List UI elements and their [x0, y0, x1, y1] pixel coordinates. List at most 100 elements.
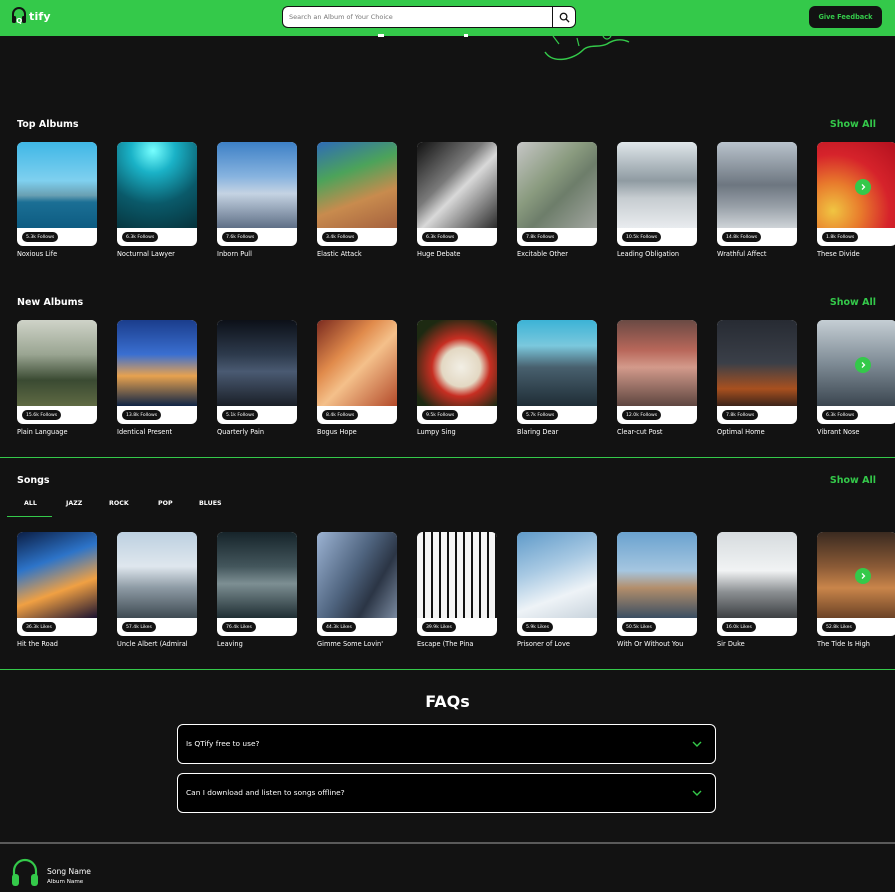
- song-card[interactable]: 57.4k Likes Uncle Albert (Admiral: [117, 532, 197, 648]
- card-box: 8.4k Follows: [317, 320, 397, 424]
- cover-image: [217, 532, 297, 618]
- album-card[interactable]: 7.8k Follows Excitable Other: [517, 142, 597, 258]
- count-badge: 1.8k Follows: [822, 232, 859, 242]
- album-card[interactable]: 5.1k Follows Quarterly Pain: [217, 320, 297, 436]
- song-card[interactable]: 50.5k Likes With Or Without You: [617, 532, 697, 648]
- new-albums-show-all[interactable]: Show All: [830, 297, 876, 308]
- album-card[interactable]: 5.3k Follows Noxious Life: [17, 142, 97, 258]
- album-card[interactable]: 13.8k Follows Identical Present: [117, 320, 197, 436]
- album-card[interactable]: 14.8k Follows Wrathful Affect: [717, 142, 797, 258]
- song-card[interactable]: 52.8k Likes The Tide Is High: [817, 532, 895, 648]
- album-card[interactable]: 15.6k Follows Plain Language: [17, 320, 97, 436]
- tab-all[interactable]: ALL: [24, 500, 37, 507]
- cover-image: [117, 142, 197, 228]
- cover-image: [517, 142, 597, 228]
- music-player: Song Name Album Name: [0, 844, 895, 892]
- tab-rock[interactable]: ROCK: [109, 500, 129, 507]
- count-badge: 5.3k Follows: [22, 232, 59, 242]
- faq-item[interactable]: Can I download and listen to songs offli…: [177, 773, 716, 813]
- faq-question: Is QTify free to use?: [186, 739, 260, 748]
- count-badge: 3.4k Follows: [322, 232, 359, 242]
- card-title: Noxious Life: [17, 250, 58, 258]
- album-card[interactable]: 6.3k Follows Vibrant Nose: [817, 320, 895, 436]
- album-card[interactable]: 7.8k Follows Optimal Home: [717, 320, 797, 436]
- card-title: Identical Present: [117, 428, 173, 436]
- cover-image: [517, 320, 597, 406]
- songs-title: Songs: [17, 475, 50, 486]
- tab-blues[interactable]: BLUES: [199, 500, 222, 507]
- cover-image: [717, 532, 797, 618]
- album-card[interactable]: 12.0k Follows Clear-cut Post: [617, 320, 697, 436]
- card-title: Hit the Road: [17, 640, 58, 648]
- song-card[interactable]: 36.3k Likes Hit the Road: [17, 532, 97, 648]
- songs-show-all[interactable]: Show All: [830, 475, 876, 486]
- card-box: 36.3k Likes: [17, 532, 97, 636]
- logo-text: tify: [29, 9, 51, 23]
- hero-fragment-1: [378, 34, 384, 37]
- card-box: 5.3k Follows: [17, 142, 97, 246]
- card-title: Bogus Hope: [317, 428, 357, 436]
- album-card[interactable]: 5.7k Follows Blaring Dear: [517, 320, 597, 436]
- top-albums-next-arrow[interactable]: [855, 179, 871, 195]
- card-box: 13.8k Follows: [117, 320, 197, 424]
- cover-image: [217, 320, 297, 406]
- new-albums-carousel: 15.6k Follows Plain Language 13.8k Follows…: [17, 320, 895, 440]
- album-card[interactable]: 3.4k Follows Elastic Attack: [317, 142, 397, 258]
- card-title: Blaring Dear: [517, 428, 559, 436]
- cover-image: [617, 142, 697, 228]
- chevron-down-icon: [692, 790, 702, 796]
- song-card[interactable]: 16.0k Likes Sir Duke: [717, 532, 797, 648]
- search-input[interactable]: [282, 6, 552, 28]
- song-card[interactable]: 39.9k Likes Escape (The Pina: [417, 532, 497, 648]
- count-badge: 8.4k Follows: [322, 410, 359, 420]
- album-card[interactable]: 7.6k Follows Inborn Pull: [217, 142, 297, 258]
- card-title: Prisoner of Love: [517, 640, 570, 648]
- give-feedback-button[interactable]: Give Feedback: [809, 6, 882, 28]
- album-card[interactable]: 1.8k Follows These Divide: [817, 142, 895, 258]
- section-divider: [0, 669, 895, 670]
- card-box: 5.9k Likes: [517, 532, 597, 636]
- count-badge: 5.1k Follows: [222, 410, 259, 420]
- card-box: 57.4k Likes: [117, 532, 197, 636]
- songs-carousel: 36.3k Likes Hit the Road 57.4k Likes Uncle …: [17, 532, 895, 652]
- cover-image: [517, 532, 597, 618]
- new-albums-next-arrow[interactable]: [855, 357, 871, 373]
- cover-image: [317, 142, 397, 228]
- album-card[interactable]: 6.3k Follows Nocturnal Lawyer: [117, 142, 197, 258]
- count-badge: 39.9k Likes: [422, 622, 456, 632]
- chevron-right-icon: [861, 362, 866, 368]
- count-badge: 44.3k Likes: [322, 622, 356, 632]
- song-card[interactable]: 5.9k Likes Prisoner of Love: [517, 532, 597, 648]
- card-box: 6.3k Follows: [117, 142, 197, 246]
- top-albums-title: Top Albums: [17, 119, 79, 130]
- song-card[interactable]: 76.4k Likes Leaving: [217, 532, 297, 648]
- tab-jazz[interactable]: JAZZ: [66, 500, 82, 507]
- album-card[interactable]: 8.4k Follows Bogus Hope: [317, 320, 397, 436]
- navbar: Q tify Give Feedback: [0, 0, 895, 36]
- card-box: 50.5k Likes: [617, 532, 697, 636]
- search-button[interactable]: [552, 6, 576, 28]
- logo[interactable]: Q tify: [11, 6, 51, 26]
- hero-headphones-graphic: [544, 35, 630, 61]
- songs-next-arrow[interactable]: [855, 568, 871, 584]
- count-badge: 14.8k Follows: [722, 232, 762, 242]
- count-badge: 7.6k Follows: [222, 232, 259, 242]
- song-card[interactable]: 44.3k Likes Gimme Some Lovin': [317, 532, 397, 648]
- active-tab-indicator: [7, 516, 52, 517]
- count-badge: 5.9k Likes: [522, 622, 553, 632]
- tab-pop[interactable]: POP: [158, 500, 173, 507]
- card-title: Leaving: [217, 640, 243, 648]
- top-albums-carousel: 5.3k Follows Noxious Life 6.3k Follows Noct…: [17, 142, 895, 262]
- cover-image: [717, 142, 797, 228]
- card-title: Plain Language: [17, 428, 68, 436]
- chevron-right-icon: [861, 184, 866, 190]
- album-card[interactable]: 6.3k Follows Huge Debate: [417, 142, 497, 258]
- album-card[interactable]: 10.5k Follows Leading Obligation: [617, 142, 697, 258]
- faq-item[interactable]: Is QTify free to use?: [177, 724, 716, 764]
- album-card[interactable]: 9.5k Follows Lumpy Sing: [417, 320, 497, 436]
- top-albums-show-all[interactable]: Show All: [830, 119, 876, 130]
- section-divider: [0, 457, 895, 458]
- card-title: Lumpy Sing: [417, 428, 456, 436]
- cover-image: [617, 320, 697, 406]
- svg-text:Q: Q: [16, 17, 22, 25]
